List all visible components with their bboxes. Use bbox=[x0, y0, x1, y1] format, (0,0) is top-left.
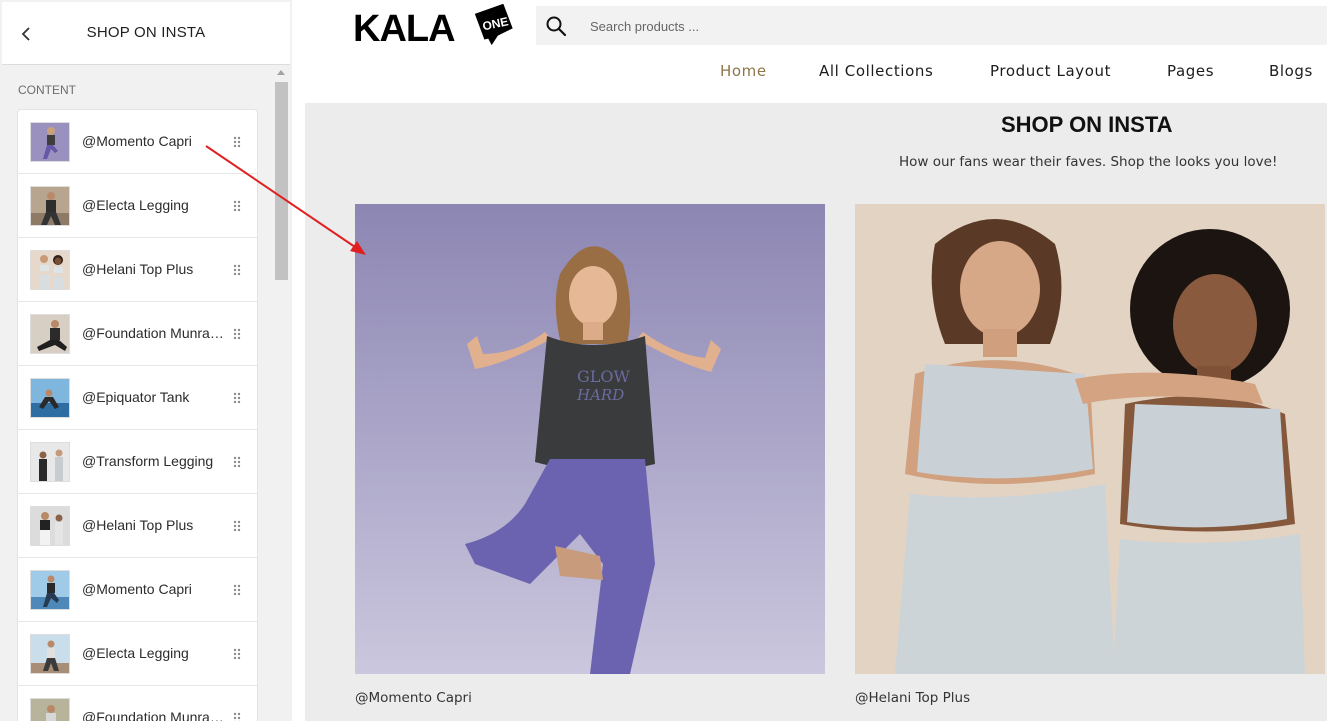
insta-card[interactable]: @Helani Top Plus bbox=[855, 204, 1325, 706]
list-item[interactable]: @Momento Capri bbox=[18, 558, 257, 622]
list-item[interactable]: @Helani Top Plus bbox=[18, 494, 257, 558]
store-logo[interactable]: KALA ONE bbox=[353, 4, 513, 50]
list-item[interactable]: @Transform Legging bbox=[18, 430, 257, 494]
item-label: @Electa Legging bbox=[82, 645, 189, 661]
list-item[interactable]: @Foundation Munrap Tank bbox=[18, 302, 257, 366]
search-bar bbox=[536, 6, 1327, 45]
thumbnail bbox=[30, 314, 70, 354]
item-label: @Momento Capri bbox=[82, 133, 192, 149]
store-preview: KALA ONE Home All Collections Product La… bbox=[305, 0, 1327, 721]
nav-all-collections[interactable]: All Collections bbox=[819, 62, 933, 80]
nav-pages[interactable]: Pages bbox=[1167, 62, 1214, 80]
section-title: SHOP ON INSTA bbox=[1001, 112, 1173, 137]
scroll-up-arrow-icon[interactable] bbox=[277, 70, 285, 75]
item-label: @Epiquator Tank bbox=[82, 389, 190, 405]
item-label: @Transform Legging bbox=[82, 453, 214, 469]
thumbnail bbox=[30, 122, 70, 162]
insta-card[interactable]: GLOW HARD @Momento Capri bbox=[355, 204, 825, 706]
section-subtitle: How our fans wear their faves. Shop the … bbox=[899, 154, 1278, 170]
item-label: @Helani Top Plus bbox=[82, 261, 194, 277]
back-button[interactable] bbox=[14, 20, 38, 48]
list-item[interactable]: @Epiquator Tank bbox=[18, 366, 257, 430]
editor-panel: SHOP ON INSTA CONTENT @Momento Capri @El… bbox=[0, 0, 292, 721]
nav-home[interactable]: Home bbox=[720, 62, 767, 80]
thumbnail bbox=[30, 186, 70, 226]
thumbnail bbox=[30, 698, 70, 721]
drag-handle-icon[interactable] bbox=[232, 519, 242, 533]
drag-handle-icon[interactable] bbox=[232, 135, 242, 149]
thumbnail bbox=[30, 250, 70, 290]
shirt-text-1: GLOW bbox=[577, 367, 631, 386]
insta-caption[interactable]: @Momento Capri bbox=[355, 690, 825, 706]
item-label: @Helani Top Plus bbox=[82, 517, 194, 533]
drag-handle-icon[interactable] bbox=[232, 455, 242, 469]
drag-handle-icon[interactable] bbox=[232, 327, 242, 341]
thumbnail bbox=[30, 506, 70, 546]
logo-text: KALA bbox=[353, 8, 455, 50]
thumbnail bbox=[30, 378, 70, 418]
thumbnail bbox=[30, 570, 70, 610]
block-list: @Momento Capri @Electa Legging @Helani T… bbox=[17, 109, 258, 721]
scroll-thumb[interactable] bbox=[275, 82, 288, 280]
insta-caption[interactable]: @Helani Top Plus bbox=[855, 690, 1325, 706]
shirt-text-2: HARD bbox=[576, 386, 624, 404]
item-label: @Momento Capri bbox=[82, 581, 192, 597]
drag-handle-icon[interactable] bbox=[232, 583, 242, 597]
content-label: CONTENT bbox=[18, 83, 76, 97]
item-label: @Foundation Munrap Tank bbox=[82, 325, 224, 341]
search-icon[interactable] bbox=[544, 14, 568, 38]
thumbnail bbox=[30, 442, 70, 482]
nav-product-layout[interactable]: Product Layout bbox=[990, 62, 1111, 80]
panel-title: SHOP ON INSTA bbox=[86, 24, 206, 41]
chevron-left-icon bbox=[21, 27, 30, 41]
drag-handle-icon[interactable] bbox=[232, 711, 242, 721]
nav-blogs[interactable]: Blogs bbox=[1269, 62, 1313, 80]
thumbnail bbox=[30, 634, 70, 674]
drag-handle-icon[interactable] bbox=[232, 647, 242, 661]
list-item[interactable]: @Momento Capri bbox=[18, 110, 257, 174]
insta-photo[interactable]: GLOW HARD bbox=[355, 204, 825, 674]
drag-handle-icon[interactable] bbox=[232, 263, 242, 277]
search-input[interactable] bbox=[590, 15, 1290, 37]
editor-header: SHOP ON INSTA bbox=[2, 2, 290, 65]
scrollbar[interactable] bbox=[274, 68, 289, 721]
drag-handle-icon[interactable] bbox=[232, 391, 242, 405]
list-item[interactable]: @Electa Legging bbox=[18, 622, 257, 686]
store-header: KALA ONE Home All Collections Product La… bbox=[305, 0, 1327, 103]
insta-photo[interactable] bbox=[855, 204, 1325, 674]
main-nav: Home All Collections Product Layout Page… bbox=[305, 62, 1327, 84]
list-item[interactable]: @Helani Top Plus bbox=[18, 238, 257, 302]
item-label: @Foundation Munrap Tank bbox=[82, 709, 224, 721]
item-label: @Electa Legging bbox=[82, 197, 189, 213]
list-item[interactable]: @Electa Legging bbox=[18, 174, 257, 238]
list-item[interactable]: @Foundation Munrap Tank bbox=[18, 686, 257, 721]
drag-handle-icon[interactable] bbox=[232, 199, 242, 213]
